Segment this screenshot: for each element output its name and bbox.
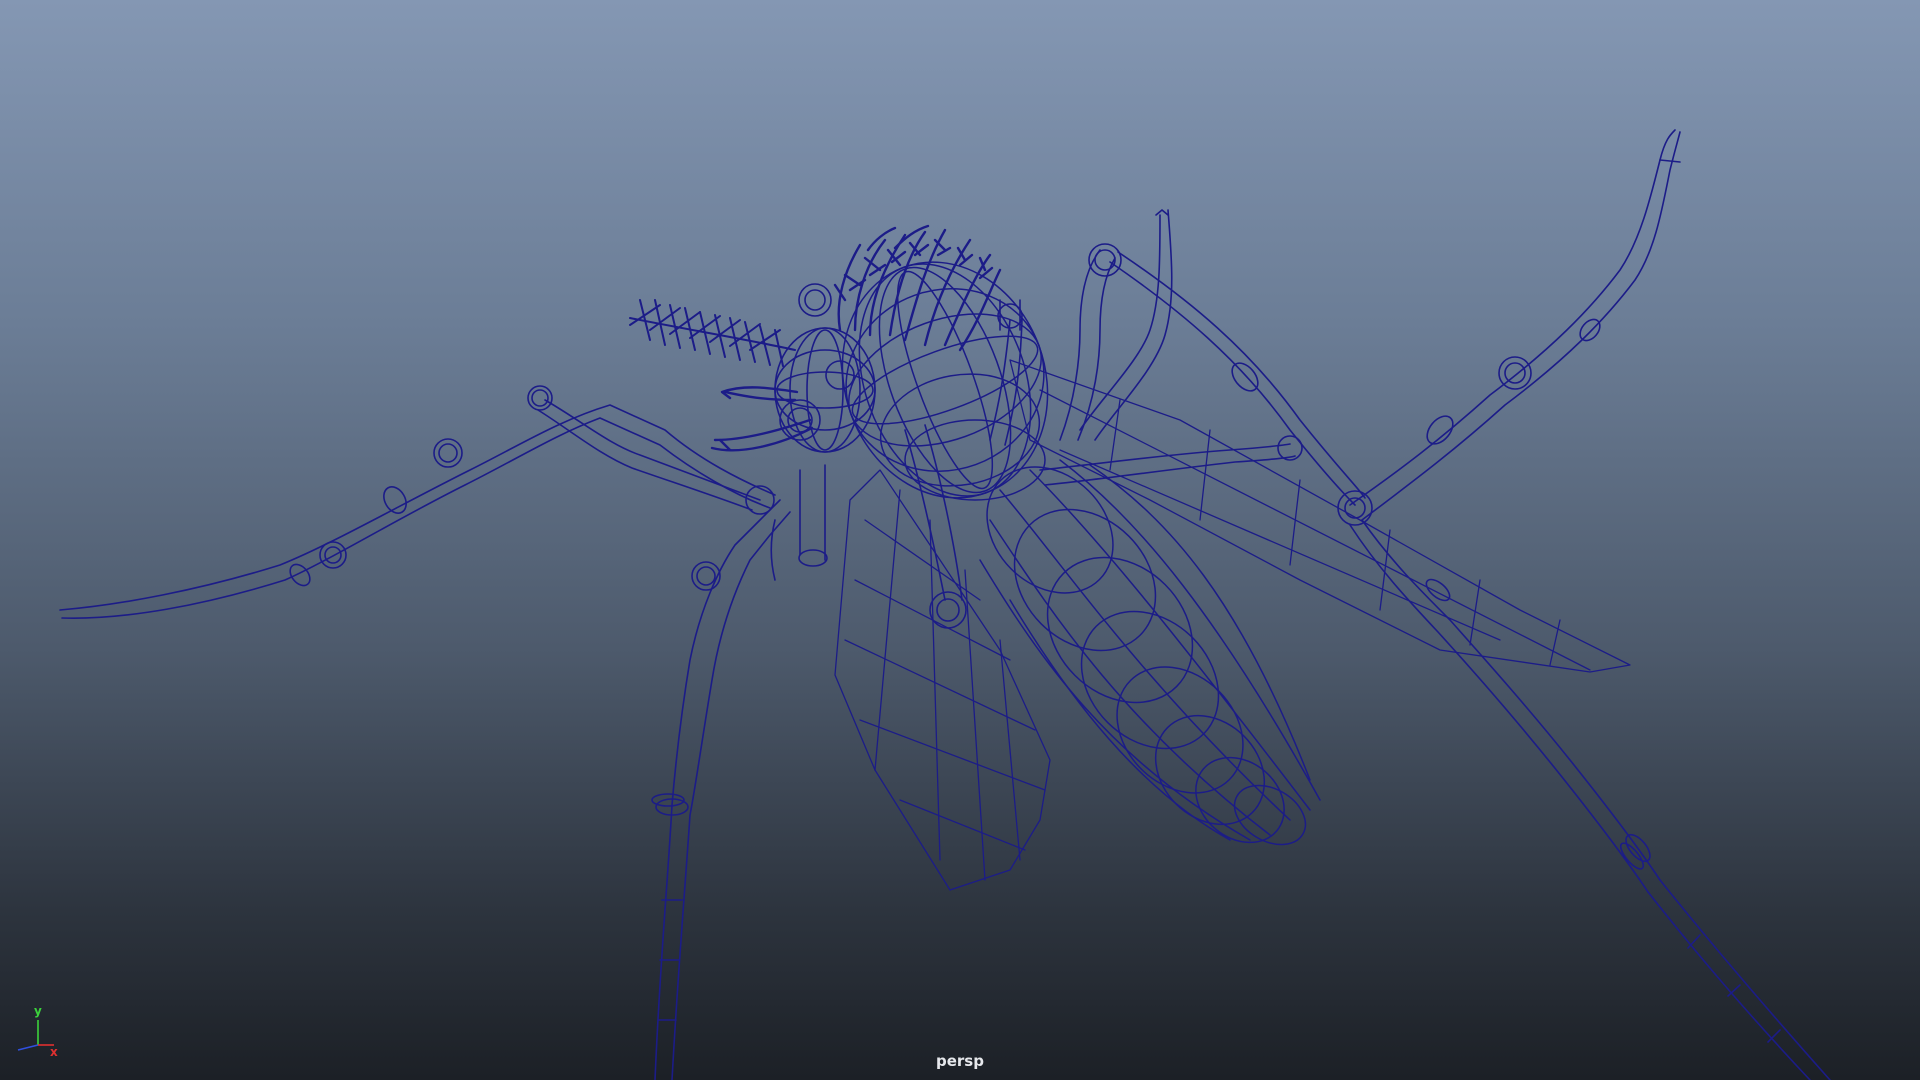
leg-back-right [1349,129,1681,521]
persp-viewport[interactable]: persp y x [0,0,1920,1080]
wing-left [834,469,1051,891]
axis-gizmo: y x [17,1004,58,1059]
antenna-left [629,299,796,367]
y-axis-label: y [34,1004,42,1018]
thorax [841,261,1049,501]
antenna-tufts [833,224,1002,352]
z-axis-line [17,1044,39,1051]
mosquito-wireframe-icon[interactable] [0,0,1920,1080]
abdomen [979,459,1321,846]
camera-label: persp [936,1052,984,1070]
x-axis-label: x [50,1045,58,1059]
leg-front-left [59,385,776,619]
leg-middle-right [1039,435,1831,1080]
wing-right [1009,359,1631,673]
leg-front-middle [651,464,828,1080]
